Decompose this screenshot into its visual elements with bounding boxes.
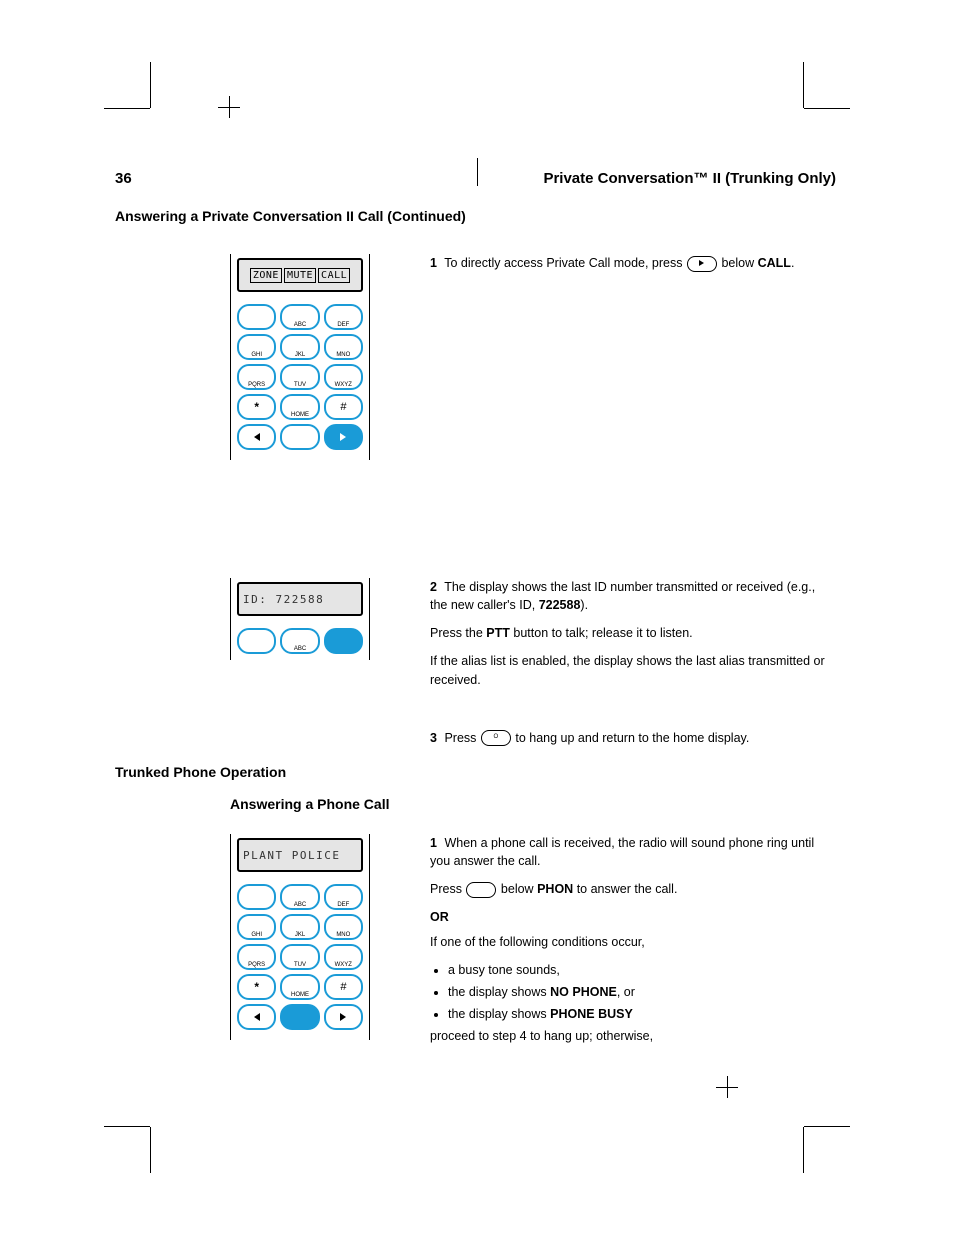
home-button-icon: O: [481, 730, 511, 746]
triangle-right-icon: [340, 433, 346, 441]
page-title: Private Conversation™ II (Trunking Only): [543, 170, 836, 187]
key-hash: #: [324, 394, 363, 420]
softkey-button-icon: [466, 882, 496, 898]
key-4: GHI: [237, 334, 276, 360]
key-center-highlighted: [280, 1004, 319, 1030]
crop-mark: [803, 1127, 804, 1173]
triangle-right-icon: [340, 1013, 346, 1021]
key-0: HOME: [280, 974, 319, 1000]
registration-mark-icon: [716, 1076, 738, 1098]
lcd-display: ZONE MUTE CALL: [237, 258, 363, 292]
key-3: DEF: [324, 304, 363, 330]
section-heading: Trunked Phone Operation: [115, 764, 286, 780]
key-4: GHI: [237, 914, 276, 940]
key-5: JKL: [280, 334, 319, 360]
crop-mark: [150, 1127, 151, 1173]
step-1-text: 1 When a phone call is received, the rad…: [420, 834, 825, 1055]
key-right-highlighted: [324, 424, 363, 450]
key-right: [324, 1004, 363, 1030]
registration-mark-icon: [218, 96, 240, 118]
key-2: ABC: [280, 304, 319, 330]
key-3-highlighted: [324, 628, 363, 654]
section-heading: Answering a Private Conversation II Call…: [115, 208, 466, 224]
step-1-text: 1 To directly access Private Call mode, …: [420, 254, 825, 272]
key-1: [237, 304, 276, 330]
crop-mark: [150, 62, 151, 108]
softkey-zone: ZONE: [250, 268, 282, 283]
section-answering-call: ZONE MUTE CALL ABC DEF GHI JKL MNO PQRS …: [230, 254, 825, 747]
key-blank: [280, 424, 319, 450]
step-2-text: 2 The display shows the last ID number t…: [420, 578, 825, 699]
key-9: WXYZ: [324, 364, 363, 390]
key-8: TUV: [280, 364, 319, 390]
key-6: MNO: [324, 914, 363, 940]
lcd-display: PLANT POLICE: [237, 838, 363, 872]
page-number: 36: [115, 170, 132, 187]
lcd-display: ID: 722588: [237, 582, 363, 616]
key-hash: #: [324, 974, 363, 1000]
key-9: WXYZ: [324, 944, 363, 970]
step-3-text: 3 Press O to hang up and return to the h…: [420, 729, 825, 747]
key-3: DEF: [324, 884, 363, 910]
softkey-mute: MUTE: [284, 268, 316, 283]
key-5: JKL: [280, 914, 319, 940]
crop-mark: [804, 1126, 850, 1127]
triangle-left-icon: [254, 433, 260, 441]
key-1: [237, 884, 276, 910]
subsection-title: Answering a Phone Call: [230, 796, 825, 812]
key-7: PQRS: [237, 364, 276, 390]
triangle-right-icon: [699, 260, 704, 266]
softkey-call: CALL: [318, 268, 350, 283]
section-trunked-phone: Answering a Phone Call PLANT POLICE ABC …: [230, 796, 825, 1055]
key-left: [237, 1004, 276, 1030]
triangle-left-icon: [254, 1013, 260, 1021]
center-mark: [477, 158, 478, 186]
crop-mark: [104, 1126, 150, 1127]
key-2: ABC: [280, 628, 319, 654]
key-6: MNO: [324, 334, 363, 360]
key-2: ABC: [280, 884, 319, 910]
crop-mark: [104, 108, 150, 109]
key-0: HOME: [280, 394, 319, 420]
key-star: *: [237, 974, 276, 1000]
key-1: [237, 628, 276, 654]
crop-mark: [804, 108, 850, 109]
crop-mark: [803, 62, 804, 108]
key-left: [237, 424, 276, 450]
forward-button-icon: [687, 256, 717, 272]
key-7: PQRS: [237, 944, 276, 970]
key-star: *: [237, 394, 276, 420]
keypad-diagram: ZONE MUTE CALL ABC DEF GHI JKL MNO PQRS …: [230, 254, 370, 460]
keypad-diagram: PLANT POLICE ABC DEF GHI JKL MNO PQRS TU…: [230, 834, 370, 1040]
key-8: TUV: [280, 944, 319, 970]
keypad-diagram-partial: ID: 722588 ABC: [230, 578, 370, 660]
